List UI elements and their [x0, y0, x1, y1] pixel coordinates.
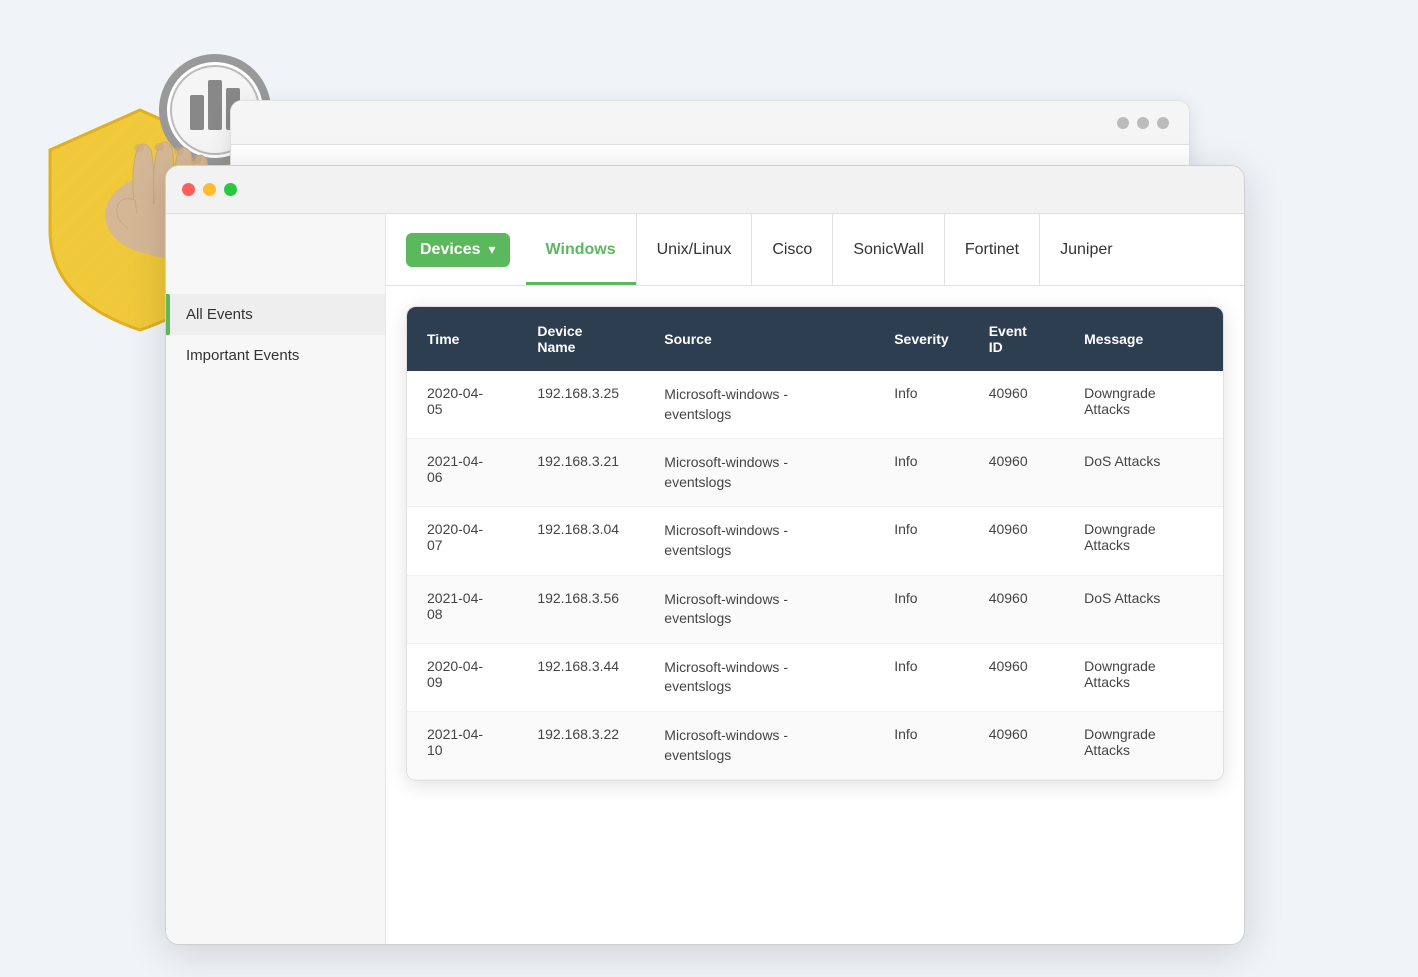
cell-message: Downgrade Attacks — [1064, 711, 1223, 779]
cell-device-name: 192.168.3.56 — [517, 575, 644, 643]
browser-window-main: All Events Important Events Devices ▾ Wi… — [165, 165, 1245, 945]
col-header-device-name: Device Name — [517, 307, 644, 371]
table-row[interactable]: 2020-04-05192.168.3.25Microsoft-windows … — [407, 371, 1223, 439]
back-dot-3 — [1157, 117, 1169, 129]
events-table: Time Device Name Source Severity Event I… — [407, 307, 1223, 780]
cell-event-id: 40960 — [969, 575, 1064, 643]
cell-time: 2020-04-09 — [407, 643, 517, 711]
col-header-severity: Severity — [874, 307, 968, 371]
tab-fortinet[interactable]: Fortinet — [945, 214, 1040, 285]
cell-severity: Info — [874, 507, 968, 575]
tab-bar: Devices ▾ Windows Unix/Linux Cisco Sonic… — [386, 214, 1244, 286]
tab-fortinet-label: Fortinet — [965, 241, 1019, 259]
cell-time: 2021-04-10 — [407, 711, 517, 779]
tab-cisco[interactable]: Cisco — [752, 214, 833, 285]
cell-device-name: 192.168.3.21 — [517, 439, 644, 507]
browser-content: All Events Important Events Devices ▾ Wi… — [166, 214, 1244, 944]
tab-unix-linux[interactable]: Unix/Linux — [637, 214, 753, 285]
sidebar-item-important-events-label: Important Events — [186, 347, 299, 364]
back-dot-1 — [1117, 117, 1129, 129]
cell-severity: Info — [874, 371, 968, 439]
cell-source: Microsoft-windows - eventslogs — [644, 507, 874, 575]
cell-event-id: 40960 — [969, 371, 1064, 439]
cell-device-name: 192.168.3.25 — [517, 371, 644, 439]
cell-message: DoS Attacks — [1064, 439, 1223, 507]
table-row[interactable]: 2021-04-06192.168.3.21Microsoft-windows … — [407, 439, 1223, 507]
cell-event-id: 40960 — [969, 507, 1064, 575]
cell-message: Downgrade Attacks — [1064, 507, 1223, 575]
chevron-down-icon: ▾ — [489, 241, 496, 258]
sidebar-item-all-events-label: All Events — [186, 306, 253, 323]
cell-source: Microsoft-windows - eventslogs — [644, 643, 874, 711]
tab-sonicwall[interactable]: SonicWall — [833, 214, 945, 285]
cell-event-id: 40960 — [969, 711, 1064, 779]
maximize-button-dot[interactable] — [224, 183, 237, 196]
col-header-event-id: Event ID — [969, 307, 1064, 371]
table-container: Time Device Name Source Severity Event I… — [386, 286, 1244, 944]
cell-message: DoS Attacks — [1064, 575, 1223, 643]
cell-time: 2020-04-05 — [407, 371, 517, 439]
cell-message: Downgrade Attacks — [1064, 643, 1223, 711]
devices-dropdown[interactable]: Devices ▾ — [406, 233, 510, 267]
cell-message: Downgrade Attacks — [1064, 371, 1223, 439]
cell-source: Microsoft-windows - eventslogs — [644, 711, 874, 779]
table-row[interactable]: 2021-04-08192.168.3.56Microsoft-windows … — [407, 575, 1223, 643]
cell-time: 2021-04-06 — [407, 439, 517, 507]
cell-severity: Info — [874, 439, 968, 507]
cell-device-name: 192.168.3.22 — [517, 711, 644, 779]
tab-juniper[interactable]: Juniper — [1040, 214, 1132, 285]
table-row[interactable]: 2020-04-09192.168.3.44Microsoft-windows … — [407, 643, 1223, 711]
back-dot-2 — [1137, 117, 1149, 129]
cell-source: Microsoft-windows - eventslogs — [644, 575, 874, 643]
cell-device-name: 192.168.3.44 — [517, 643, 644, 711]
cell-device-name: 192.168.3.04 — [517, 507, 644, 575]
main-content: Devices ▾ Windows Unix/Linux Cisco Sonic… — [386, 214, 1244, 944]
tab-cisco-label: Cisco — [772, 241, 812, 259]
browser-controls — [182, 183, 237, 196]
tab-windows[interactable]: Windows — [526, 214, 637, 285]
page-wrapper: All Events Important Events Devices ▾ Wi… — [0, 0, 1418, 977]
devices-dropdown-label: Devices — [420, 241, 481, 259]
table-row[interactable]: 2021-04-10192.168.3.22Microsoft-windows … — [407, 711, 1223, 779]
cell-time: 2021-04-08 — [407, 575, 517, 643]
close-button-dot[interactable] — [182, 183, 195, 196]
cell-source: Microsoft-windows - eventslogs — [644, 371, 874, 439]
col-header-message: Message — [1064, 307, 1223, 371]
table-header-row: Time Device Name Source Severity Event I… — [407, 307, 1223, 371]
cell-time: 2020-04-07 — [407, 507, 517, 575]
cell-severity: Info — [874, 643, 968, 711]
table-row[interactable]: 2020-04-07192.168.3.04Microsoft-windows … — [407, 507, 1223, 575]
cell-severity: Info — [874, 711, 968, 779]
table-card: Time Device Name Source Severity Event I… — [406, 306, 1224, 781]
tab-unix-linux-label: Unix/Linux — [657, 241, 732, 259]
tab-juniper-label: Juniper — [1060, 241, 1112, 259]
sidebar: All Events Important Events — [166, 214, 386, 944]
browser-title-bar — [166, 166, 1244, 214]
tab-windows-label: Windows — [546, 241, 616, 259]
cell-severity: Info — [874, 575, 968, 643]
cell-event-id: 40960 — [969, 439, 1064, 507]
sidebar-item-important-events[interactable]: Important Events — [166, 335, 385, 376]
col-header-time: Time — [407, 307, 517, 371]
cell-source: Microsoft-windows - eventslogs — [644, 439, 874, 507]
col-header-source: Source — [644, 307, 874, 371]
tab-sonicwall-label: SonicWall — [853, 241, 924, 259]
minimize-button-dot[interactable] — [203, 183, 216, 196]
back-title-bar — [231, 101, 1189, 145]
sidebar-item-all-events[interactable]: All Events — [166, 294, 385, 335]
cell-event-id: 40960 — [969, 643, 1064, 711]
